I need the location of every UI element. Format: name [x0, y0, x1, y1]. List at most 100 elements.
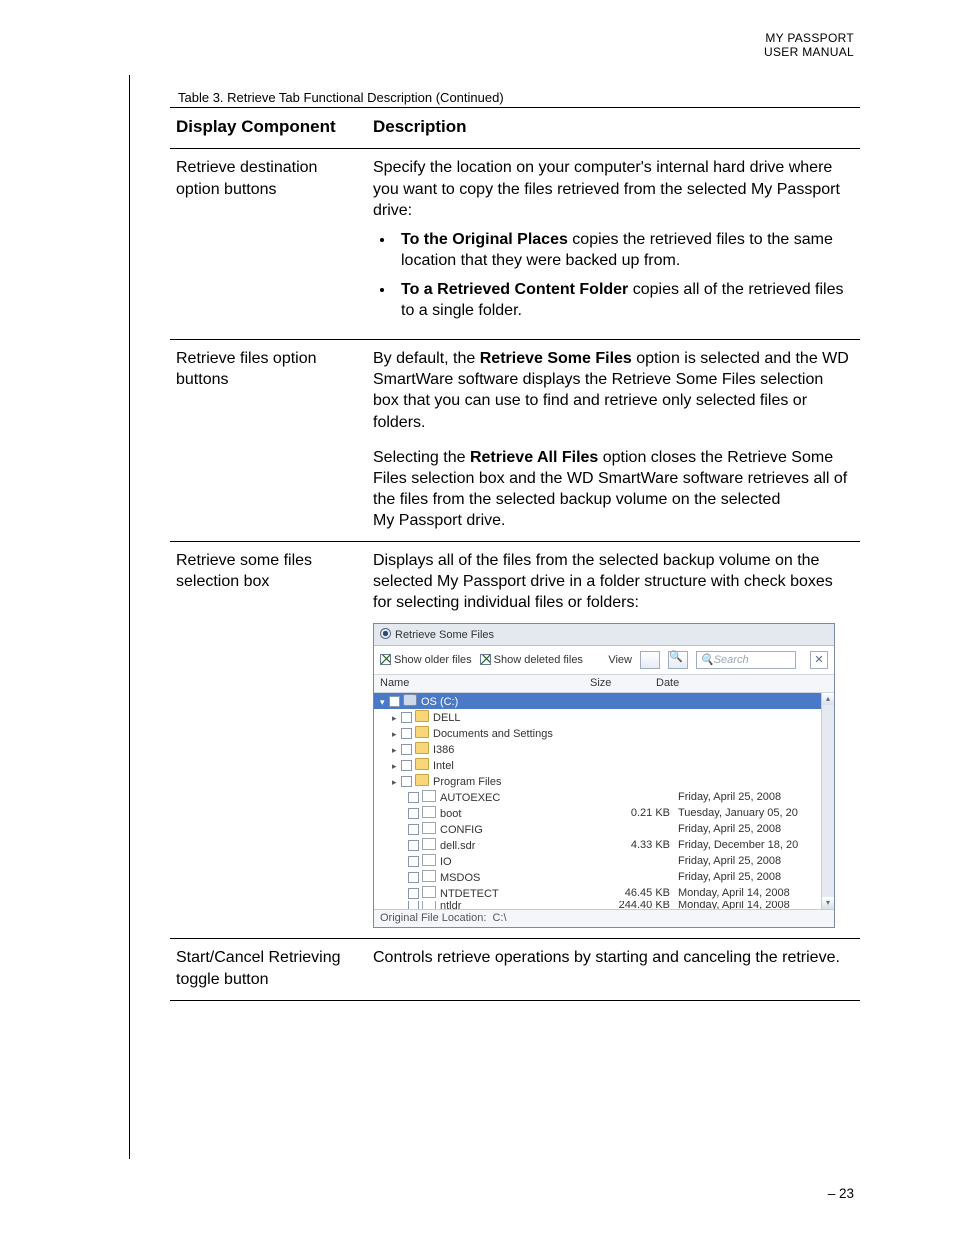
- close-icon[interactable]: ✕: [810, 651, 828, 669]
- retrieve-some-files-screenshot: Retrieve Some Files Show older files Sho…: [373, 623, 835, 928]
- item-name: Program Files: [433, 776, 501, 788]
- checkbox-icon[interactable]: [408, 840, 419, 851]
- search-input[interactable]: 🔍 Search: [696, 651, 796, 669]
- panel-toolbar: Show older files Show deleted files View…: [374, 646, 834, 675]
- tree-folder-row[interactable]: ▸DELL: [374, 709, 834, 725]
- file-icon: [422, 838, 436, 850]
- item-name: OS (C:): [421, 696, 458, 708]
- col-name: Name: [374, 678, 590, 689]
- col-size: Size: [590, 678, 656, 689]
- checkbox-icon[interactable]: [401, 728, 412, 739]
- item-name: IO: [440, 856, 452, 868]
- column-headers: Name Size Date: [374, 675, 834, 693]
- chevron-icon: ▾: [380, 698, 388, 707]
- checkbox-icon[interactable]: [408, 808, 419, 819]
- item-name: NTDETECT: [440, 888, 499, 900]
- running-header: MY PASSPORT USER MANUAL: [764, 32, 854, 60]
- show-older-checkbox[interactable]: Show older files: [380, 654, 472, 666]
- checkbox-icon[interactable]: [401, 712, 412, 723]
- checkbox-icon[interactable]: [408, 792, 419, 803]
- item-size: 244.40 KB: [612, 901, 678, 909]
- tree-file-row[interactable]: NTDETECT46.45 KBMonday, April 14, 2008: [374, 885, 834, 901]
- tree-folder-row[interactable]: ▸ I386: [374, 741, 834, 757]
- scrollbar[interactable]: ▴ ▾: [821, 693, 834, 909]
- file-icon: [422, 790, 436, 802]
- view-list-button[interactable]: [640, 651, 660, 669]
- item-name: AUTOEXEC: [440, 792, 500, 804]
- checkbox-icon[interactable]: [408, 856, 419, 867]
- page-number: – 23: [828, 1186, 854, 1201]
- folder-icon: [415, 742, 429, 754]
- tree-drive-row[interactable]: ▾ OS (C:): [374, 693, 834, 709]
- item-date: Monday, April 14, 2008: [678, 901, 820, 909]
- checkbox-icon[interactable]: [408, 872, 419, 883]
- tree-folder-row[interactable]: ▸ Intel: [374, 757, 834, 773]
- tree-file-row[interactable]: boot 0.21 KBTuesday, January 05, 20: [374, 805, 834, 821]
- item-size: 46.45 KB: [612, 888, 678, 899]
- item-date: Tuesday, January 05, 20: [678, 808, 820, 819]
- scroll-up-icon[interactable]: ▴: [822, 693, 834, 705]
- checkbox-icon[interactable]: [389, 696, 400, 707]
- checkbox-icon[interactable]: [401, 760, 412, 771]
- tree-folder-row[interactable]: ▸Program Files: [374, 773, 834, 789]
- chevron-icon: ▸: [392, 746, 400, 755]
- checkbox-icon[interactable]: [401, 744, 412, 755]
- file-icon: [422, 901, 436, 909]
- tree-file-row[interactable]: AUTOEXEC Friday, April 25, 2008: [374, 789, 834, 805]
- column-header-description: Description: [367, 108, 860, 149]
- radio-icon: [380, 628, 391, 639]
- folder-icon: [415, 758, 429, 770]
- item-date: Friday, April 25, 2008: [678, 792, 820, 803]
- panel-footer: Original File Location: C:\: [374, 909, 834, 927]
- tree-folder-row[interactable]: ▸ Documents and Settings: [374, 725, 834, 741]
- chevron-icon: ▸: [392, 714, 400, 723]
- header-line1: MY PASSPORT: [765, 31, 854, 45]
- item-name: MSDOS: [440, 872, 480, 884]
- table-row: Retrieve destination option buttons Spec…: [170, 149, 860, 340]
- checkbox-icon[interactable]: [408, 888, 419, 899]
- item-name: I386: [433, 744, 454, 756]
- item-date: Friday, April 25, 2008: [678, 824, 820, 835]
- file-tree[interactable]: ▾OS (C:)▸DELL▸Documents and Settings▸I38…: [374, 693, 834, 909]
- folder-icon: [415, 774, 429, 786]
- component-description: Displays all of the files from the selec…: [367, 542, 860, 939]
- table-caption: Table 3. Retrieve Tab Functional Descrip…: [178, 90, 504, 105]
- tree-file-row[interactable]: ntldr244.40 KBMonday, April 14, 2008: [374, 901, 834, 909]
- file-icon: [422, 870, 436, 882]
- component-label: Retrieve destination option buttons: [170, 149, 367, 340]
- header-line2: USER MANUAL: [764, 45, 854, 59]
- item-name: Documents and Settings: [433, 728, 553, 740]
- item-date: Friday, April 25, 2008: [678, 856, 820, 867]
- show-deleted-checkbox[interactable]: Show deleted files: [480, 654, 583, 666]
- item-size: 0.21 KB: [612, 808, 678, 819]
- component-description: Controls retrieve operations by starting…: [367, 939, 860, 1000]
- table-row: Start/Cancel Retrieving toggle button Co…: [170, 939, 860, 1000]
- item-name: CONFIG: [440, 824, 483, 836]
- tree-file-row[interactable]: dell.sdr 4.33 KBFriday, December 18, 20: [374, 837, 834, 853]
- component-label: Retrieve some files selection box: [170, 542, 367, 939]
- tree-file-row[interactable]: MSDOSFriday, April 25, 2008: [374, 869, 834, 885]
- checkbox-icon[interactable]: [408, 901, 419, 909]
- tree-file-row[interactable]: IO Friday, April 25, 2008: [374, 853, 834, 869]
- chevron-icon: ▸: [392, 730, 400, 739]
- item-size: 4.33 KB: [612, 840, 678, 851]
- view-label: View: [608, 655, 632, 666]
- checkbox-icon: [380, 654, 391, 665]
- drive-icon: [403, 694, 417, 706]
- margin-rule: [129, 75, 130, 1159]
- checkbox-icon: [480, 654, 491, 665]
- folder-icon: [415, 726, 429, 738]
- checkbox-icon[interactable]: [408, 824, 419, 835]
- tree-file-row[interactable]: CONFIG Friday, April 25, 2008: [374, 821, 834, 837]
- item-date: Friday, December 18, 20: [678, 840, 820, 851]
- folder-icon: [415, 710, 429, 722]
- scroll-down-icon[interactable]: ▾: [822, 897, 834, 909]
- item-name: Intel: [433, 760, 454, 772]
- chevron-icon: ▸: [392, 762, 400, 771]
- file-icon: [422, 886, 436, 898]
- item-name: boot: [440, 808, 461, 820]
- view-search-button[interactable]: 🔍: [668, 651, 688, 669]
- col-date: Date: [656, 678, 834, 689]
- item-name: dell.sdr: [440, 840, 475, 852]
- checkbox-icon[interactable]: [401, 776, 412, 787]
